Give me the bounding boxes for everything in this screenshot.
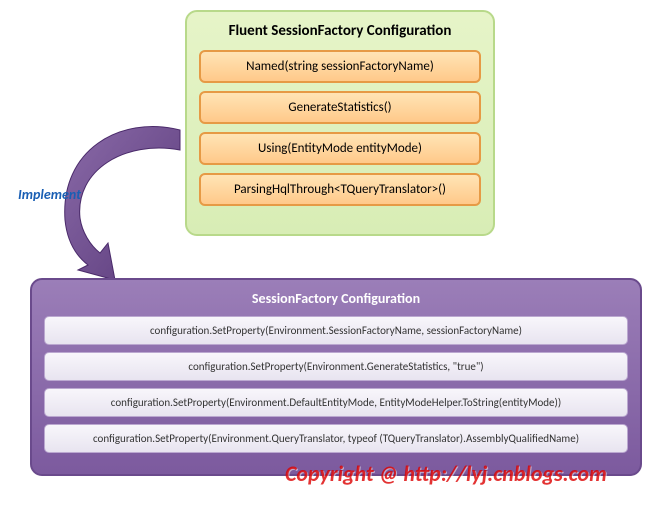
method-parsing-hql: ParsingHqlThrough<TQueryTranslator>() <box>199 173 481 206</box>
config-session-factory-name: configuration.SetProperty(Environment.Se… <box>44 316 628 345</box>
fluent-config-box: Fluent SessionFactory Configuration Name… <box>185 10 495 236</box>
fluent-config-title: Fluent SessionFactory Configuration <box>199 22 481 40</box>
method-generate-statistics: GenerateStatistics() <box>199 91 481 124</box>
config-generate-statistics: configuration.SetProperty(Environment.Ge… <box>44 352 628 381</box>
config-default-entity-mode: configuration.SetProperty(Environment.De… <box>44 388 628 417</box>
config-query-translator: configuration.SetProperty(Environment.Qu… <box>44 424 628 453</box>
session-config-title: SessionFactory Configuration <box>44 290 628 307</box>
method-using: Using(EntityMode entityMode) <box>199 132 481 165</box>
session-config-box: SessionFactory Configuration configurati… <box>30 278 642 476</box>
implement-label: Implement <box>18 186 81 203</box>
watermark-text: Copyright @ http://lyj.cnblogs.com <box>285 460 607 487</box>
method-named: Named(string sessionFactoryName) <box>199 50 481 83</box>
